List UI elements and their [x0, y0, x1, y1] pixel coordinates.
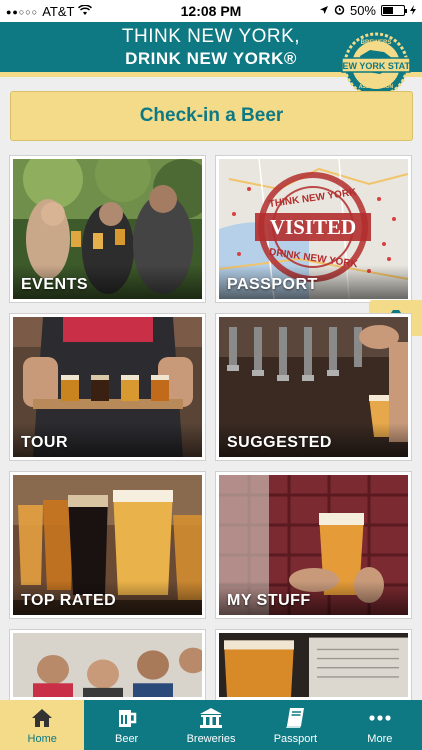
tab-passport-label: Passport — [273, 733, 318, 745]
friends-photo — [13, 633, 202, 697]
tile-tour[interactable]: TOUR — [10, 314, 205, 460]
bottom-tab-bar: Home Beer Breweries Passport More — [0, 700, 422, 750]
tile-my-stuff-label: MY STUFF — [227, 592, 311, 609]
tab-beer[interactable]: Beer — [84, 700, 168, 750]
tile-partial-friends[interactable] — [10, 630, 205, 700]
building-columns-icon — [199, 706, 223, 730]
tile-top-rated-label: TOP RATED — [21, 592, 117, 609]
beer-mug-icon — [116, 706, 138, 730]
tab-home-label: Home — [27, 733, 57, 745]
tab-more[interactable]: More — [338, 700, 422, 750]
tile-passport-label: PASSPORT — [227, 276, 318, 293]
tile-my-stuff[interactable]: MY STUFF — [216, 472, 411, 618]
charging-icon — [410, 3, 416, 18]
alarm-icon — [334, 3, 345, 18]
badge-top-text: BREWERS — [361, 40, 392, 46]
tile-passport[interactable]: VISITED THINK NEW YORK DRINK NEW YORK PA… — [216, 156, 411, 302]
tile-suggested[interactable]: SUGGESTED — [216, 314, 411, 460]
checkin-beer-button[interactable]: Check-in a Beer — [10, 91, 413, 141]
battery-percent: 50% — [349, 3, 376, 18]
tab-breweries[interactable]: Breweries — [169, 700, 253, 750]
tile-events[interactable]: EVENTS — [10, 156, 205, 302]
tile-partial-beer-news[interactable] — [216, 630, 411, 700]
tile-events-label: EVENTS — [21, 276, 89, 293]
tile-tour-label: TOUR — [21, 434, 69, 451]
more-dots-icon — [369, 706, 391, 730]
badge-main-text: NEW YORK STATE — [340, 61, 412, 71]
brewers-association-logo: NEW YORK STATE BREWERS ASSOCIATION — [340, 32, 412, 98]
battery-icon — [381, 5, 407, 16]
tab-breweries-label: Breweries — [186, 733, 236, 745]
location-icon — [319, 3, 329, 18]
stamp-visited-text: VISITED — [270, 215, 356, 239]
home-icon — [31, 706, 53, 730]
beer-news-photo — [219, 633, 408, 697]
tab-passport[interactable]: Passport — [253, 700, 337, 750]
book-icon — [285, 706, 305, 730]
tab-beer-label: Beer — [114, 733, 139, 745]
status-bar: ●●○○○ AT&T 12:08 PM 50% — [0, 0, 422, 22]
tile-top-rated[interactable]: TOP RATED — [10, 472, 205, 618]
tab-more-label: More — [367, 733, 393, 745]
tile-suggested-label: SUGGESTED — [227, 434, 332, 451]
tab-home[interactable]: Home — [0, 700, 85, 750]
badge-bottom-text: ASSOCIATION — [359, 84, 394, 90]
